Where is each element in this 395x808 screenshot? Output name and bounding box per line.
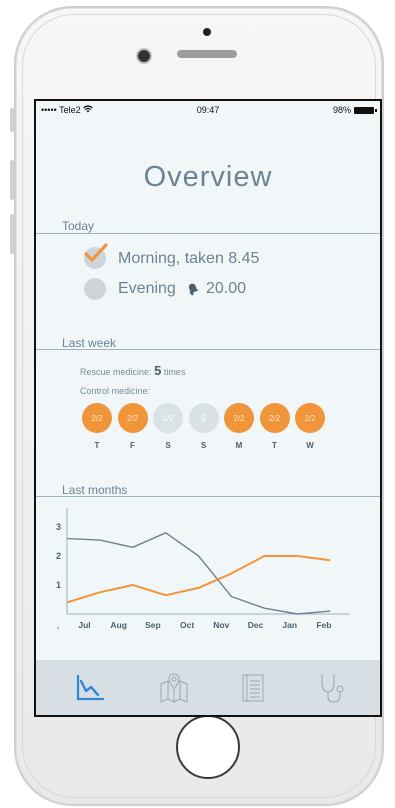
y-tick-label: 2 [56,551,61,561]
divider [36,349,380,350]
section-label-last-months: Last months [62,483,128,497]
x-tick-label: Aug [110,620,127,630]
evening-dose-text: Evening [118,280,176,297]
control-medicine-label: Control medicine: [80,386,151,396]
tab-bar [36,660,380,715]
gray-series-line [66,532,331,615]
x-tick-label: Feb [316,620,331,630]
evening-time: 20.00 [206,280,247,297]
battery-percent: 98% [332,105,351,115]
day-letter: T [272,441,277,450]
tab-overview[interactable] [70,668,110,708]
status-bar: ••••• Tele2 09:47 98% [36,101,380,119]
stethoscope-icon [321,674,344,703]
app-screen: ••••• Tele2 09:47 98% Overview Today Mor… [34,99,382,717]
volume-up-button [10,160,14,200]
section-label-last-week: Last week [62,336,117,350]
section-label-today: Today [62,219,95,233]
x-tick-label: Sep [145,620,161,630]
tab-diary[interactable] [233,668,273,708]
checkmark-icon [84,243,108,262]
day-adherence-circle[interactable]: 2/2 [295,403,325,433]
day-adherence-circle[interactable]: 2/2 [259,403,290,433]
y-tick-label: 1 [56,580,61,590]
home-button[interactable] [176,715,240,779]
rescue-medicine-count: 5 [154,363,162,378]
x-tick-label: Oct [180,620,194,630]
x-tick-label: Jul [78,620,90,630]
x-tick-label: Dec [248,620,264,630]
battery-icon [354,106,377,114]
tab-map[interactable] [154,668,194,708]
divider [36,233,380,234]
x-tick-label: Jan [282,620,297,630]
y-tick-label: 3 [56,522,61,532]
day-letter: F [130,441,135,450]
evening-checkbox[interactable] [84,278,106,300]
orange-series-line [66,555,331,604]
day-adherence-circle[interactable]: 2/2 [224,403,254,433]
day-adherence-circle[interactable]: 0 [188,403,219,433]
divider [36,496,380,497]
earpiece-speaker [177,50,237,58]
day-adherence-circle[interactable]: 2/2 [82,403,112,433]
rescue-medicine-label: Rescue medicine: [80,367,152,377]
day-letter: W [306,441,314,450]
morning-dose-text: Morning, taken 8.45 [118,250,260,267]
chart-icon [76,674,105,701]
volume-down-button [10,214,14,254]
morning-checkbox[interactable] [84,243,108,269]
x-tick-label: Nov [213,620,229,630]
page-title: Overview [143,161,273,193]
rescue-medicine-summary: Rescue medicine: 5 times [80,363,185,378]
front-camera [138,50,150,62]
clock: 09:47 [196,105,220,115]
rescue-medicine-unit: times [163,367,186,377]
tab-doctor[interactable] [311,668,351,708]
day-letter: S [200,441,207,450]
day-letter: M [235,441,243,450]
alarm-bell-icon [186,282,200,301]
day-adherence-circle[interactable]: 1/2 [153,403,183,433]
proximity-sensor [203,28,211,36]
map-icon [160,673,188,703]
notebook-icon [242,674,264,702]
mute-switch [10,108,14,132]
months-line-chart: 1 2 3 Jul Aug Sep Oct Nov Dec Jan Feb ‹ [56,508,350,632]
scroll-left-indicator[interactable]: ‹ [57,625,60,632]
day-letter: S [165,441,171,450]
day-adherence-circle[interactable]: 2/2 [117,403,148,433]
day-letter: T [94,441,100,450]
battery-indicator: 98% [332,105,377,115]
